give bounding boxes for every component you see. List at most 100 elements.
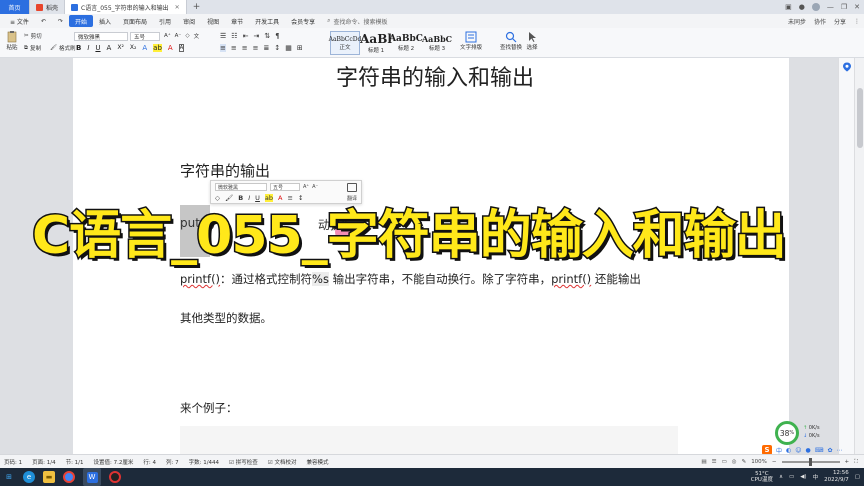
zoom-in-icon[interactable]: +	[845, 459, 850, 465]
edge-browser-icon[interactable]: e	[23, 471, 35, 483]
line-spacing-icon[interactable]: ↕	[274, 44, 280, 52]
chrome-icon[interactable]	[63, 471, 75, 483]
mini-color-icon[interactable]: A	[278, 194, 282, 202]
bullets-icon[interactable]: ☰	[220, 32, 226, 40]
input-language[interactable]: 中	[813, 473, 819, 481]
command-search[interactable]: ⌕ 查找命令、搜索模板	[327, 17, 387, 26]
mini-grow-icon[interactable]: A⁺	[303, 184, 309, 190]
zoom-level[interactable]: 100%	[751, 459, 767, 465]
proofread-button[interactable]: ☑ 文档校对	[268, 458, 297, 466]
sort-icon[interactable]: ⇅	[264, 32, 270, 40]
start-icon[interactable]: ⊞	[3, 471, 15, 483]
char-border-icon[interactable]: A	[178, 44, 185, 52]
menu-references[interactable]: 引用	[153, 15, 177, 27]
tab-docer[interactable]: 稻壳	[30, 0, 66, 14]
menu-view[interactable]: 视图	[201, 15, 225, 27]
shrink-font-icon[interactable]: A⁻	[175, 33, 182, 39]
numbering-icon[interactable]: ☷	[231, 32, 237, 40]
menu-review[interactable]: 审阅	[177, 15, 201, 27]
ime-keyboard-icon[interactable]: ⌨	[815, 447, 824, 454]
italic-icon[interactable]: I	[87, 44, 89, 52]
scrollbar-thumb[interactable]	[857, 88, 863, 148]
menu-member[interactable]: 会员专享	[285, 15, 321, 27]
fit-page-icon[interactable]: ⛶	[854, 459, 858, 466]
view-outline-icon[interactable]: ☰	[712, 459, 717, 465]
mini-bold-icon[interactable]: B	[238, 194, 243, 202]
menu-page-layout[interactable]: 页面布局	[117, 15, 153, 27]
align-left-icon[interactable]: ≡	[220, 44, 226, 52]
select-button[interactable]: 选择	[526, 31, 538, 51]
show-marks-icon[interactable]: ¶	[275, 32, 279, 40]
border-icon[interactable]: ⊞	[297, 44, 303, 52]
shading-icon[interactable]: ▦	[285, 44, 292, 52]
zoom-slider[interactable]	[781, 458, 840, 466]
mini-painter-icon[interactable]: 🖌	[225, 194, 233, 202]
align-center-icon[interactable]: ≡	[231, 44, 237, 52]
view-write-icon[interactable]: ✎	[742, 459, 747, 465]
menu-insert[interactable]: 插入	[93, 15, 117, 27]
mini-clear-icon[interactable]: ◇	[215, 194, 220, 202]
strike-icon[interactable]: A	[107, 44, 112, 52]
paste-button[interactable]: 粘贴	[6, 31, 18, 51]
tab-home[interactable]: 首页	[0, 0, 30, 14]
ime-skin-icon[interactable]: ✿	[827, 447, 832, 454]
ime-punct-icon[interactable]: ◐	[786, 447, 791, 454]
mini-font-select[interactable]: 微软雅黑	[215, 183, 267, 191]
grow-font-icon[interactable]: A⁺	[164, 33, 171, 39]
mini-spacing-icon[interactable]: ↕	[298, 194, 303, 202]
redo-icon[interactable]: ↷	[52, 15, 69, 27]
tray-expand-icon[interactable]: ∧	[779, 474, 783, 480]
text-layout-button[interactable]: 文字排版	[460, 31, 482, 51]
highlight-icon[interactable]: ab	[153, 44, 162, 52]
clear-format-icon[interactable]: ◇	[185, 33, 189, 39]
share-button[interactable]: 分享	[834, 17, 846, 26]
mini-size-select[interactable]: 五号	[270, 183, 300, 191]
cpu-temp[interactable]: 51°C CPU温度	[751, 471, 773, 483]
restore-icon[interactable]: ❐	[841, 3, 847, 11]
avatar[interactable]	[811, 3, 820, 11]
new-tab-button[interactable]: +	[187, 0, 207, 14]
superscript-icon[interactable]: X²	[117, 44, 124, 52]
notifications-icon[interactable]: ▢	[855, 474, 860, 480]
view-web-icon[interactable]: ◎	[732, 459, 737, 465]
status-pages[interactable]: 页面: 1/4	[32, 458, 55, 466]
folder-icon[interactable]: ▬	[43, 471, 55, 483]
font-effect-icon[interactable]: A	[142, 44, 147, 52]
find-replace-button[interactable]: 查找替换	[500, 31, 522, 51]
subscript-icon[interactable]: X₂	[130, 44, 137, 52]
spell-check-button[interactable]: ☑ 拼写检查	[229, 458, 258, 466]
collaborate-button[interactable]: 协作	[814, 17, 826, 26]
distribute-icon[interactable]: ≣	[264, 44, 270, 52]
mini-shrink-icon[interactable]: A⁻	[312, 184, 318, 190]
mini-underline-icon[interactable]: U	[255, 194, 260, 202]
format-painter-button[interactable]: 🖌 格式刷	[50, 44, 76, 52]
code-block[interactable]	[180, 426, 678, 454]
tab-document[interactable]: C语言_055_字符串的输入和输出 ✕	[65, 0, 187, 14]
zoom-slider-knob[interactable]	[808, 458, 812, 466]
style-heading1[interactable]: AaBl 标题 1	[360, 31, 392, 55]
status-page-num[interactable]: 页码: 1	[4, 458, 22, 466]
chat-icon[interactable]: ●	[799, 3, 805, 11]
mini-align-icon[interactable]: ≡	[287, 194, 292, 202]
mini-italic-icon[interactable]: I	[248, 194, 250, 202]
menu-section[interactable]: 章节	[225, 15, 249, 27]
menu-developer[interactable]: 开发工具	[249, 15, 285, 27]
underline-icon[interactable]: U	[95, 44, 100, 52]
ime-mic-icon[interactable]: ●	[806, 447, 811, 454]
volume-icon[interactable]: ◀)	[800, 474, 806, 480]
clock[interactable]: 12:56 2022/9/7	[824, 470, 849, 484]
undo-icon[interactable]: ↶	[35, 15, 52, 27]
style-heading3[interactable]: AaBbC 标题 3	[422, 31, 452, 55]
location-pin-icon[interactable]	[842, 62, 852, 72]
justify-icon[interactable]: ≡	[253, 44, 259, 52]
layout-icon[interactable]: ▣	[785, 3, 792, 11]
status-words[interactable]: 字数: 1/444	[189, 458, 219, 466]
mini-highlight-icon[interactable]: ab	[264, 194, 274, 202]
phonetic-icon[interactable]: 文	[194, 32, 200, 40]
ai-icon[interactable]	[347, 183, 357, 192]
zoom-out-icon[interactable]: −	[772, 459, 777, 465]
view-page-icon[interactable]: ▤	[701, 459, 706, 465]
wps-writer-icon[interactable]: W	[83, 468, 101, 486]
more-icon[interactable]: ⋮	[854, 18, 860, 25]
network-speed-widget[interactable]: 38% ↑ 0K/s ↓ 0K/s	[775, 421, 829, 445]
